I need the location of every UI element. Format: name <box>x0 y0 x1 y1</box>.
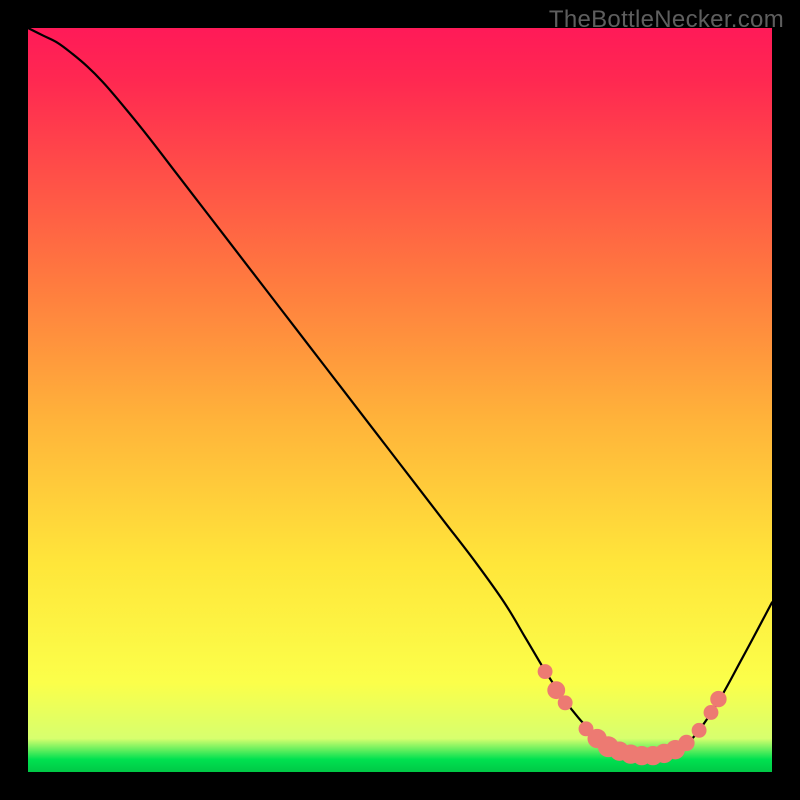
curve-markers <box>538 664 727 765</box>
watermark-text: TheBottleNecker.com <box>549 6 784 34</box>
plot-area <box>28 28 772 772</box>
curve-marker <box>558 695 573 710</box>
curve-marker <box>538 664 553 679</box>
curve-marker <box>692 723 707 738</box>
bottleneck-curve <box>28 28 772 756</box>
curve-marker <box>710 691 726 707</box>
curve-marker <box>704 705 719 720</box>
curve-marker <box>678 735 694 751</box>
curve-layer <box>28 28 772 772</box>
chart-container: TheBottleNecker.com <box>0 0 800 800</box>
